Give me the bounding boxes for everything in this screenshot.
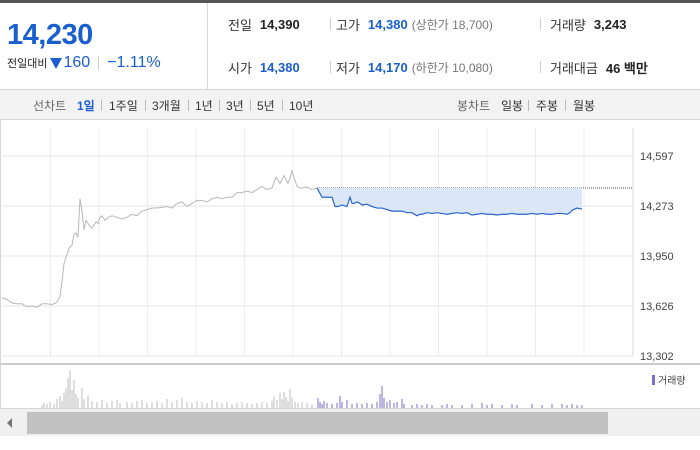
quote-info-grid: 전일 14,390 고가 14,380 (상한가 18,700) 거래량 3,2…: [209, 3, 700, 89]
amount-label: 거래대금: [550, 60, 598, 76]
price-line-gray: [1, 169, 318, 308]
divider: [101, 100, 102, 111]
price-chart: 14,597 14,273 13,950 13,626 13,302: [0, 120, 700, 436]
low-label: 저가: [336, 60, 360, 76]
volume-legend-swatch: [652, 374, 655, 385]
open-label: 시가: [228, 60, 252, 76]
amount-value: 46 백만: [605, 60, 648, 76]
divider: [282, 100, 283, 111]
divider: [330, 61, 331, 73]
divider: [250, 100, 251, 111]
tab-daily-candle[interactable]: 일봉: [501, 97, 523, 114]
divider: [540, 18, 541, 30]
lower-limit: (하한가 10,080): [411, 60, 493, 75]
tab-10-years[interactable]: 10년: [289, 97, 313, 114]
divider: [219, 100, 220, 111]
upper-limit: (상한가 18,700): [411, 17, 493, 32]
prev-close-cell: 전일 14,390: [228, 14, 300, 34]
chart-tab-bar: 선차트 1일 1주일 3개월 1년 3년 5년 10년 봉차트 일봉 주봉 월봉: [0, 89, 700, 120]
tab-monthly-candle[interactable]: 월봉: [573, 97, 595, 114]
tab-1-week[interactable]: 1주일: [109, 97, 138, 114]
y-tick-label: 14,273: [640, 201, 674, 213]
volume-label: 거래량: [550, 17, 586, 33]
amount-cell: 거래대금 46 백만: [550, 57, 648, 77]
change-label: 전일대비: [7, 58, 48, 70]
divider: [565, 100, 566, 111]
divider: [330, 18, 331, 30]
volume-legend-label: 거래량: [658, 376, 686, 387]
y-tick-label: 14,597: [640, 151, 674, 163]
volume-value: 3,243: [593, 16, 627, 32]
volume-cell: 거래량 3,243: [550, 14, 626, 34]
price-summary: 14,230 전일대비 160 −1.11%: [0, 3, 208, 89]
high-cell: 고가 14,380 (상한가 18,700): [336, 14, 493, 34]
y-tick-label: 13,950: [640, 251, 674, 263]
scroll-left-arrow-icon[interactable]: [3, 415, 17, 431]
high-value: 14,380: [367, 16, 408, 32]
current-price: 14,230: [7, 19, 93, 51]
divider: [528, 100, 529, 111]
y-tick-label: 13,302: [640, 351, 674, 363]
open-value: 14,380: [259, 59, 300, 75]
tab-3-years[interactable]: 3년: [226, 97, 244, 114]
down-triangle-icon: [50, 57, 63, 69]
line-chart-label: 선차트: [33, 99, 67, 113]
high-label: 고가: [336, 17, 360, 33]
change-row: 전일대비 160 −1.11%: [7, 54, 161, 72]
divider: [188, 100, 189, 111]
tab-3-months[interactable]: 3개월: [152, 97, 181, 114]
price-chart-svg: 14,597 14,273 13,950 13,626 13,302: [1, 128, 700, 408]
divider: [540, 61, 541, 73]
change-rate: −1.11%: [107, 54, 161, 71]
low-value: 14,170: [367, 59, 408, 75]
prev-close-value: 14,390: [259, 16, 300, 32]
bottom-area: [0, 436, 700, 450]
tab-1-day[interactable]: 1일: [77, 97, 95, 114]
y-tick-label: 13,626: [640, 301, 674, 313]
tab-weekly-candle[interactable]: 주봉: [536, 97, 558, 114]
divider: [145, 100, 146, 111]
volume-legend: 거래량: [652, 372, 686, 387]
tab-5-years[interactable]: 5년: [257, 97, 275, 114]
tab-1-year[interactable]: 1년: [195, 97, 213, 114]
candle-chart-label: 봉차트: [457, 99, 491, 113]
divider: [98, 56, 100, 70]
prev-close-label: 전일: [228, 17, 252, 33]
scroll-thumb[interactable]: [27, 412, 608, 434]
chart-scrollbar[interactable]: [0, 408, 700, 436]
open-cell: 시가 14,380: [228, 57, 300, 77]
change-amount: 160: [63, 54, 91, 71]
low-cell: 저가 14,170 (하한가 10,080): [336, 57, 493, 77]
